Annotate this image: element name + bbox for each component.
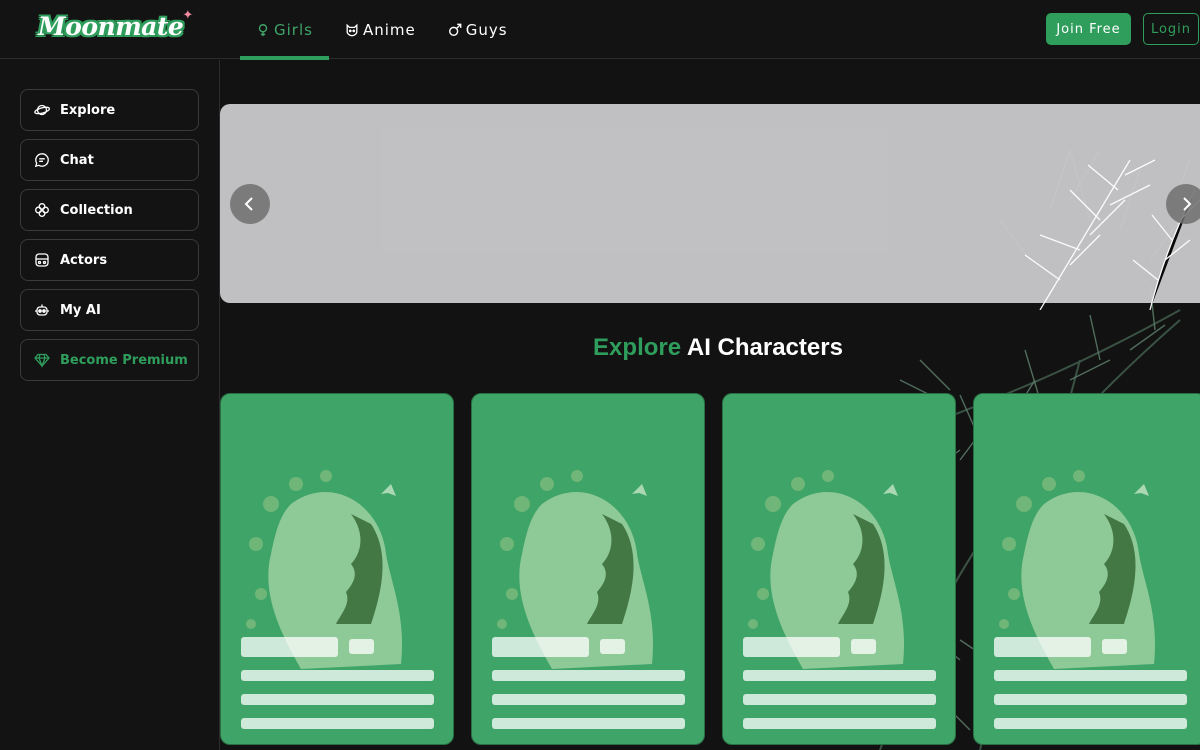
planet-icon [34,104,50,116]
title-accent: Explore [593,334,682,361]
sidebar-item-label: Become Premium [60,352,188,368]
title-rest: AI Characters [686,334,843,361]
chat-bubble-icon [34,153,49,168]
text-line-placeholder [492,718,685,729]
character-card[interactable] [722,393,956,745]
sidebar-item-collection[interactable]: Collection [20,189,199,231]
tag-placeholder [600,639,625,654]
tag-placeholder [349,639,374,654]
name-placeholder [743,637,840,657]
tab-label: Anime [362,20,416,39]
robot-icon [35,304,49,316]
logo-wordmark: Moonmate [38,12,184,41]
section-title: Explore AI Characters [220,334,1200,362]
text-line-placeholder [241,718,434,729]
carousel-prev-button[interactable] [230,184,270,224]
sidebar-item-my-ai[interactable]: My AI [20,289,199,331]
text-line-placeholder [743,694,936,705]
login-button[interactable]: Login [1143,13,1199,45]
sidebar-item-label: My AI [60,302,101,318]
tab-label: Girls [274,20,313,39]
sidebar: Explore Chat Collection Actors My AI Bec… [0,60,220,750]
carousel-next-button[interactable] [1166,184,1200,224]
category-tabs: Girls Anime Guys [240,0,524,60]
tag-placeholder [1102,639,1127,654]
cat-icon [346,23,358,36]
female-icon [258,23,268,36]
text-line-placeholder [241,694,434,705]
sidebar-item-label: Explore [60,102,116,118]
sidebar-item-actors[interactable]: Actors [20,239,199,281]
sidebar-item-explore[interactable]: Explore [20,89,199,131]
character-card[interactable] [471,393,705,745]
text-line-placeholder [743,670,936,681]
character-card[interactable] [973,393,1200,745]
tag-placeholder [851,639,876,654]
top-header: Moonmate ✦ Girls Anime Guys Join Free Lo… [0,0,1200,60]
actor-icon [35,253,49,267]
tab-guys[interactable]: Guys [432,0,524,59]
pine-branch-snow [1024,159,1200,310]
sidebar-item-label: Collection [60,202,133,218]
text-line-placeholder [743,718,936,729]
chevron-right-icon [1183,197,1192,211]
name-placeholder [241,637,338,657]
character-card[interactable] [220,393,454,745]
tab-anime[interactable]: Anime [329,0,432,59]
moonmate-logo[interactable]: Moonmate ✦ [38,8,193,48]
male-icon [448,23,462,36]
text-line-placeholder [241,670,434,681]
sidebar-item-label: Actors [60,252,108,268]
name-placeholder [994,637,1091,657]
chevron-left-icon [244,197,253,211]
tab-label: Guys [465,20,508,39]
join-free-button[interactable]: Join Free [1046,13,1131,45]
tab-girls[interactable]: Girls [240,0,329,60]
name-placeholder [492,637,589,657]
text-line-placeholder [994,718,1187,729]
text-line-placeholder [492,694,685,705]
main-content: Explore AI Characters [220,60,1200,750]
sidebar-item-label: Chat [60,152,94,168]
clover-icon [35,203,49,217]
sidebar-item-chat[interactable]: Chat [20,139,199,181]
text-line-placeholder [994,670,1187,681]
sparkle-icon: ✦ [182,8,194,23]
text-line-placeholder [492,670,685,681]
diamond-icon [34,353,50,368]
text-line-placeholder [994,694,1187,705]
sidebar-item-become-premium[interactable]: Become Premium [20,339,199,381]
